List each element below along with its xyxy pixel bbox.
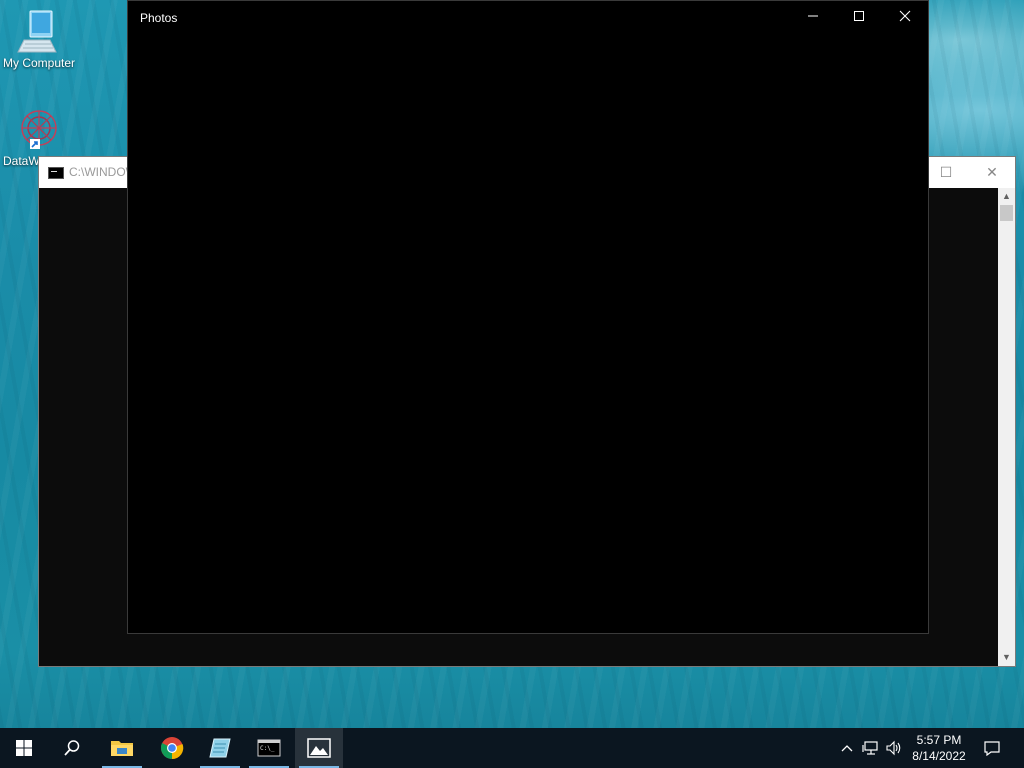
volume-icon	[886, 740, 901, 756]
volume-tray[interactable]	[884, 728, 904, 768]
chrome-icon	[160, 737, 184, 760]
computer-icon	[16, 8, 62, 54]
taskbar-cmd[interactable]: C:\_	[245, 728, 293, 768]
maximize-button[interactable]	[836, 1, 882, 34]
start-icon	[16, 740, 32, 756]
taskbar-photos[interactable]	[295, 728, 343, 768]
action-center-button[interactable]	[978, 728, 1006, 768]
cmd-icon	[48, 167, 64, 179]
taskbar-notepad[interactable]	[196, 728, 244, 768]
start-button[interactable]	[0, 728, 48, 768]
minimize-button[interactable]	[790, 1, 836, 34]
scroll-down-icon[interactable]: ▼	[998, 649, 1015, 666]
desktop-icon-my-computer[interactable]: My Computer	[0, 8, 78, 70]
photos-icon	[307, 738, 331, 758]
network-icon	[862, 741, 878, 755]
photos-titlebar[interactable]: Photos	[128, 1, 928, 34]
close-icon	[899, 10, 911, 22]
svg-text:C:\_: C:\_	[260, 745, 275, 752]
close-button[interactable]	[882, 1, 928, 34]
search-icon	[64, 740, 80, 756]
scroll-thumb[interactable]	[1000, 205, 1013, 221]
chevron-up-icon	[841, 745, 853, 752]
maximize-icon	[854, 11, 864, 21]
console-close-button[interactable]: ✕	[969, 157, 1015, 188]
photo-viewer-canvas[interactable]	[128, 34, 928, 633]
clock-time: 5:57 PM	[916, 733, 962, 747]
taskbar-clock[interactable]: 5:57 PM 8/14/2022	[904, 732, 974, 764]
scroll-up-icon[interactable]: ▲	[998, 188, 1015, 205]
taskbar-chrome[interactable]	[148, 728, 196, 768]
taskbar-file-explorer[interactable]	[98, 728, 146, 768]
console-maximize-button[interactable]: ☐	[923, 157, 969, 188]
file-explorer-icon	[111, 741, 133, 756]
taskbar: C:\_ 5:57 PM 8/14/2022	[0, 728, 1024, 768]
cmd-icon: C:\_	[257, 739, 281, 757]
photos-window[interactable]: Photos	[127, 0, 929, 634]
network-tray[interactable]	[861, 728, 881, 768]
datawrapper-icon	[16, 106, 62, 152]
photos-title: Photos	[140, 11, 178, 25]
search-button[interactable]	[48, 728, 96, 768]
notepad-icon	[209, 738, 231, 758]
desktop-icon-label: My Computer	[2, 56, 76, 70]
clock-date: 8/14/2022	[912, 749, 966, 763]
show-hidden-icons-button[interactable]	[838, 728, 856, 768]
action-center-icon	[984, 741, 1000, 756]
console-scrollbar[interactable]: ▲ ▼	[998, 188, 1015, 666]
minimize-icon	[808, 15, 818, 17]
